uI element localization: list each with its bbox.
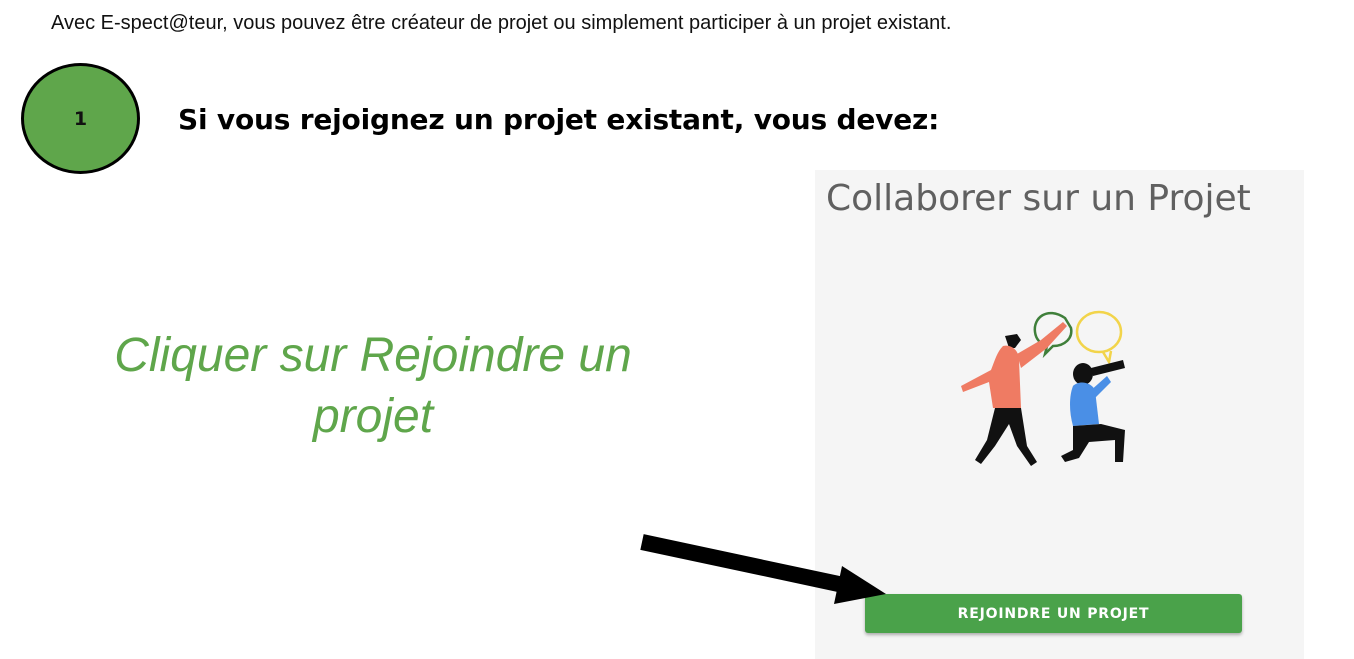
pointer-arrow-icon — [640, 534, 886, 604]
join-project-button[interactable]: REJOINDRE UN PROJET — [865, 594, 1242, 633]
person-pointing-icon — [961, 322, 1067, 466]
step-heading: Si vous rejoignez un projet existant, vo… — [178, 103, 940, 136]
instruction-text: Cliquer sur Rejoindre un projet — [70, 325, 676, 447]
person-telescope-icon — [1061, 360, 1125, 462]
collaboration-illustration — [961, 310, 1125, 466]
intro-text: Avec E-spect@teur, vous pouvez être créa… — [51, 12, 952, 34]
instruction-line-1: Cliquer sur Rejoindre un — [114, 329, 632, 382]
instruction-line-2: projet — [312, 390, 434, 443]
card-title: Collaborer sur un Projet — [826, 178, 1251, 219]
step-number: 1 — [73, 107, 88, 130]
step-number-badge: 1 — [21, 63, 140, 174]
speech-bubble-yellow-icon — [1075, 310, 1123, 354]
